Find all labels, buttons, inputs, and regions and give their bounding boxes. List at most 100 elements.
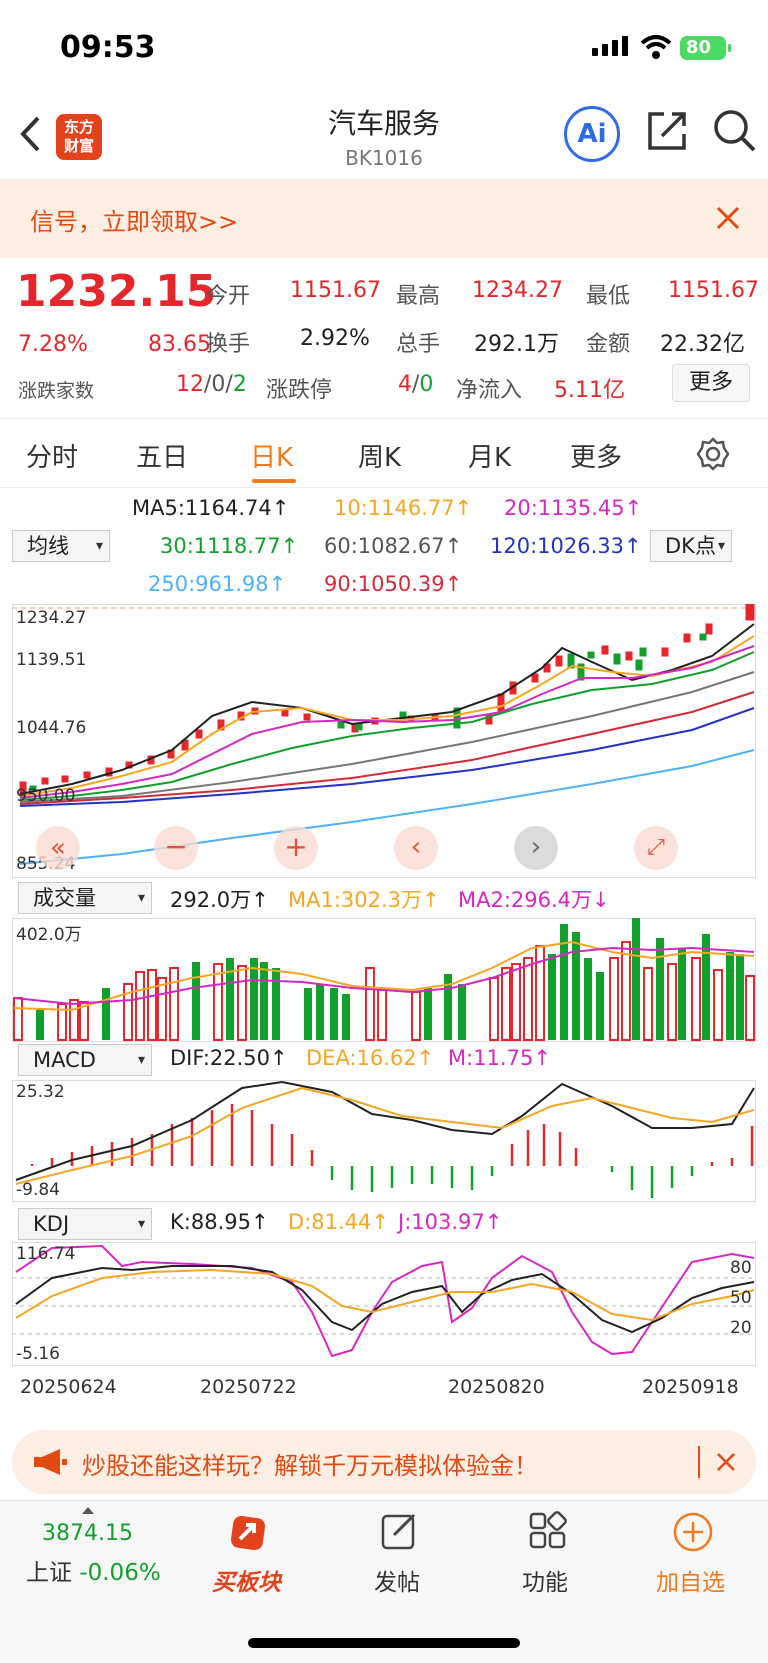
caret-up-icon[interactable]	[80, 1505, 96, 1515]
settings-icon[interactable]	[696, 437, 730, 471]
divider	[698, 1446, 700, 1478]
kdj-axis-bottom: -5.16	[16, 1344, 60, 1364]
grid-icon	[529, 1511, 567, 1549]
home-indicator	[248, 1638, 520, 1648]
high-value: 1234.27	[472, 278, 563, 303]
net-inflow-value: 5.11亿	[554, 378, 625, 403]
ma-selector[interactable]: 均线	[12, 530, 110, 562]
open-label: 今开	[206, 284, 251, 309]
add-watchlist-button[interactable]: 加自选	[656, 1563, 725, 1597]
up-down-count-label: 涨跌家数	[18, 380, 95, 402]
ai-button[interactable]: Ai	[564, 106, 620, 162]
k-axis-3: 1044.76	[16, 718, 87, 738]
tab-five-day[interactable]: 五日	[136, 437, 188, 474]
index-value[interactable]: 3874.15	[42, 1521, 133, 1546]
share-icon[interactable]	[646, 110, 688, 152]
volume-ma1: MA1:302.3万↑	[288, 888, 440, 912]
kdj-k: K:88.95↑	[170, 1210, 269, 1234]
battery-icon: 80	[680, 36, 731, 60]
volume-chart	[12, 918, 756, 1042]
promo-text: 信号，立即领取>>	[30, 208, 239, 236]
date-label: 20250722	[200, 1376, 297, 1398]
k-axis-2: 1139.51	[16, 650, 87, 670]
close-icon[interactable]	[716, 206, 740, 230]
ma90-value: 90:1050.39↑	[324, 572, 463, 596]
ma120-value: 120:1026.33↑	[490, 534, 642, 558]
open-value: 1151.67	[290, 278, 381, 303]
chevron-left-icon[interactable]: ‹	[394, 826, 438, 870]
macd-dea: DEA:16.62↑	[306, 1046, 435, 1070]
macd-dif: DIF:22.50↑	[170, 1046, 288, 1070]
function-button[interactable]: 功能	[522, 1563, 568, 1597]
ma60-value: 60:1082.67↑	[324, 534, 463, 558]
volume-value: 292.1万	[474, 332, 559, 357]
kdj-d: D:81.44↑	[288, 1210, 389, 1234]
volume-current: 292.0万↑	[170, 888, 269, 912]
change-amount: 83.65	[148, 332, 211, 357]
ad-banner[interactable]: 炒股还能这样玩？解锁千万元模拟体验金！	[12, 1430, 756, 1494]
kdj-chart	[12, 1242, 756, 1366]
clock: 09:53	[60, 30, 156, 65]
tab-more[interactable]: 更多	[570, 437, 622, 474]
macd-chart	[12, 1080, 756, 1202]
dk-point-selector[interactable]: DK点	[650, 530, 732, 562]
wifi-icon	[640, 35, 672, 59]
index-ticker[interactable]: 上证 -0.06%	[26, 1553, 161, 1587]
tab-weekly-k[interactable]: 周K	[358, 437, 401, 474]
expand-icon[interactable]: ⤢	[634, 826, 678, 870]
zoom-out-icon[interactable]: −	[154, 826, 198, 870]
limit-count: 4/0	[398, 372, 434, 397]
buy-sector-button[interactable]: 买板块	[212, 1563, 281, 1597]
kdj-selector[interactable]: KDJ	[18, 1208, 152, 1240]
edit-icon	[381, 1513, 416, 1550]
low-value: 1151.67	[668, 278, 759, 303]
chevron-right-icon[interactable]: ›	[514, 826, 558, 870]
last-price: 1232.15	[16, 266, 217, 317]
ma10-value: 10:1146.77↑	[334, 496, 473, 520]
amount-label: 金额	[586, 332, 631, 357]
turnover-value: 2.92%	[300, 326, 370, 351]
macd-selector[interactable]: MACD	[18, 1044, 152, 1076]
post-button[interactable]: 发帖	[374, 1563, 420, 1597]
tab-intraday[interactable]: 分时	[26, 437, 78, 474]
ma250-value: 250:961.98↑	[148, 572, 287, 596]
cellular-signal-icon	[592, 36, 628, 56]
active-tab-indicator	[252, 479, 296, 483]
volume-ma2: MA2:296.4万↓	[458, 888, 610, 912]
kdj-axis-top: 116.74	[16, 1244, 76, 1264]
ma20-value: 20:1135.45↑	[504, 496, 643, 520]
date-label: 20250820	[448, 1376, 545, 1398]
promo-banner[interactable]: 信号，立即领取>>	[0, 180, 768, 258]
tab-monthly-k[interactable]: 月K	[468, 437, 511, 474]
date-label: 20250918	[642, 1376, 739, 1398]
ad-text: 炒股还能这样玩？解锁千万元模拟体验金！	[82, 1452, 538, 1480]
ma5-value: MA5:1164.74↑	[132, 496, 290, 520]
close-icon[interactable]	[716, 1452, 736, 1472]
volume-selector[interactable]: 成交量	[18, 882, 152, 914]
kdj-j: J:103.97↑	[398, 1210, 503, 1234]
amount-value: 22.32亿	[660, 332, 745, 357]
ma90-line	[19, 691, 755, 805]
ma30-value: 30:1118.77↑	[160, 534, 299, 558]
header: 东方 财富 汽车服务 BK1016 Ai	[0, 100, 768, 180]
buy-sector-icon	[230, 1515, 266, 1551]
up-down-count: 12/0/2	[176, 372, 247, 397]
macd-axis-bottom: -9.84	[16, 1180, 60, 1200]
k-axis-4: 950.00	[16, 786, 76, 806]
tab-daily-k[interactable]: 日K	[250, 437, 293, 474]
add-circle-icon	[673, 1512, 713, 1552]
date-label: 20250624	[20, 1376, 117, 1398]
megaphone-icon	[34, 1449, 67, 1475]
kdj-level-80: 80	[730, 1258, 752, 1278]
k-axis-top: 1234.27	[16, 608, 87, 628]
macd-axis-top: 25.32	[16, 1082, 65, 1102]
period-tabs: 分时 五日 日K 周K 月K 更多	[0, 418, 768, 488]
change-percent: 7.28%	[18, 332, 88, 357]
zoom-in-icon[interactable]: +	[274, 826, 318, 870]
search-icon[interactable]	[712, 108, 758, 154]
chevron-double-left-icon[interactable]: «	[36, 826, 80, 870]
more-button[interactable]: 更多	[672, 364, 750, 402]
limit-label: 涨跌停	[266, 378, 333, 403]
status-bar: 09:53 80	[0, 0, 768, 100]
volume-label: 总手	[396, 332, 441, 357]
